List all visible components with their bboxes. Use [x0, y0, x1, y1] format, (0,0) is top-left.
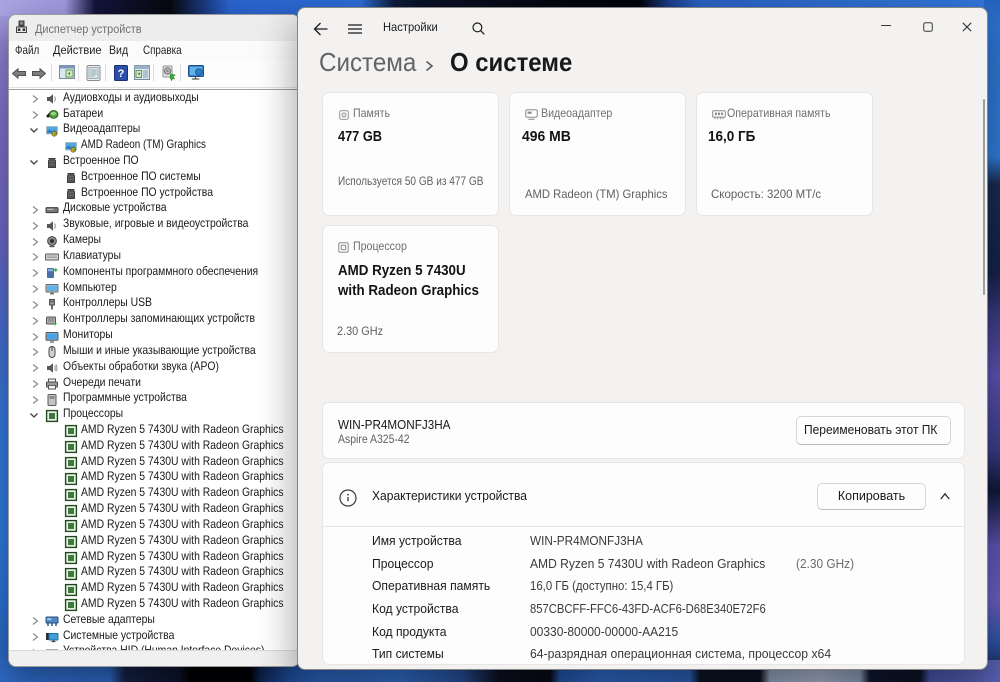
svg-text:?: ?	[118, 68, 125, 80]
